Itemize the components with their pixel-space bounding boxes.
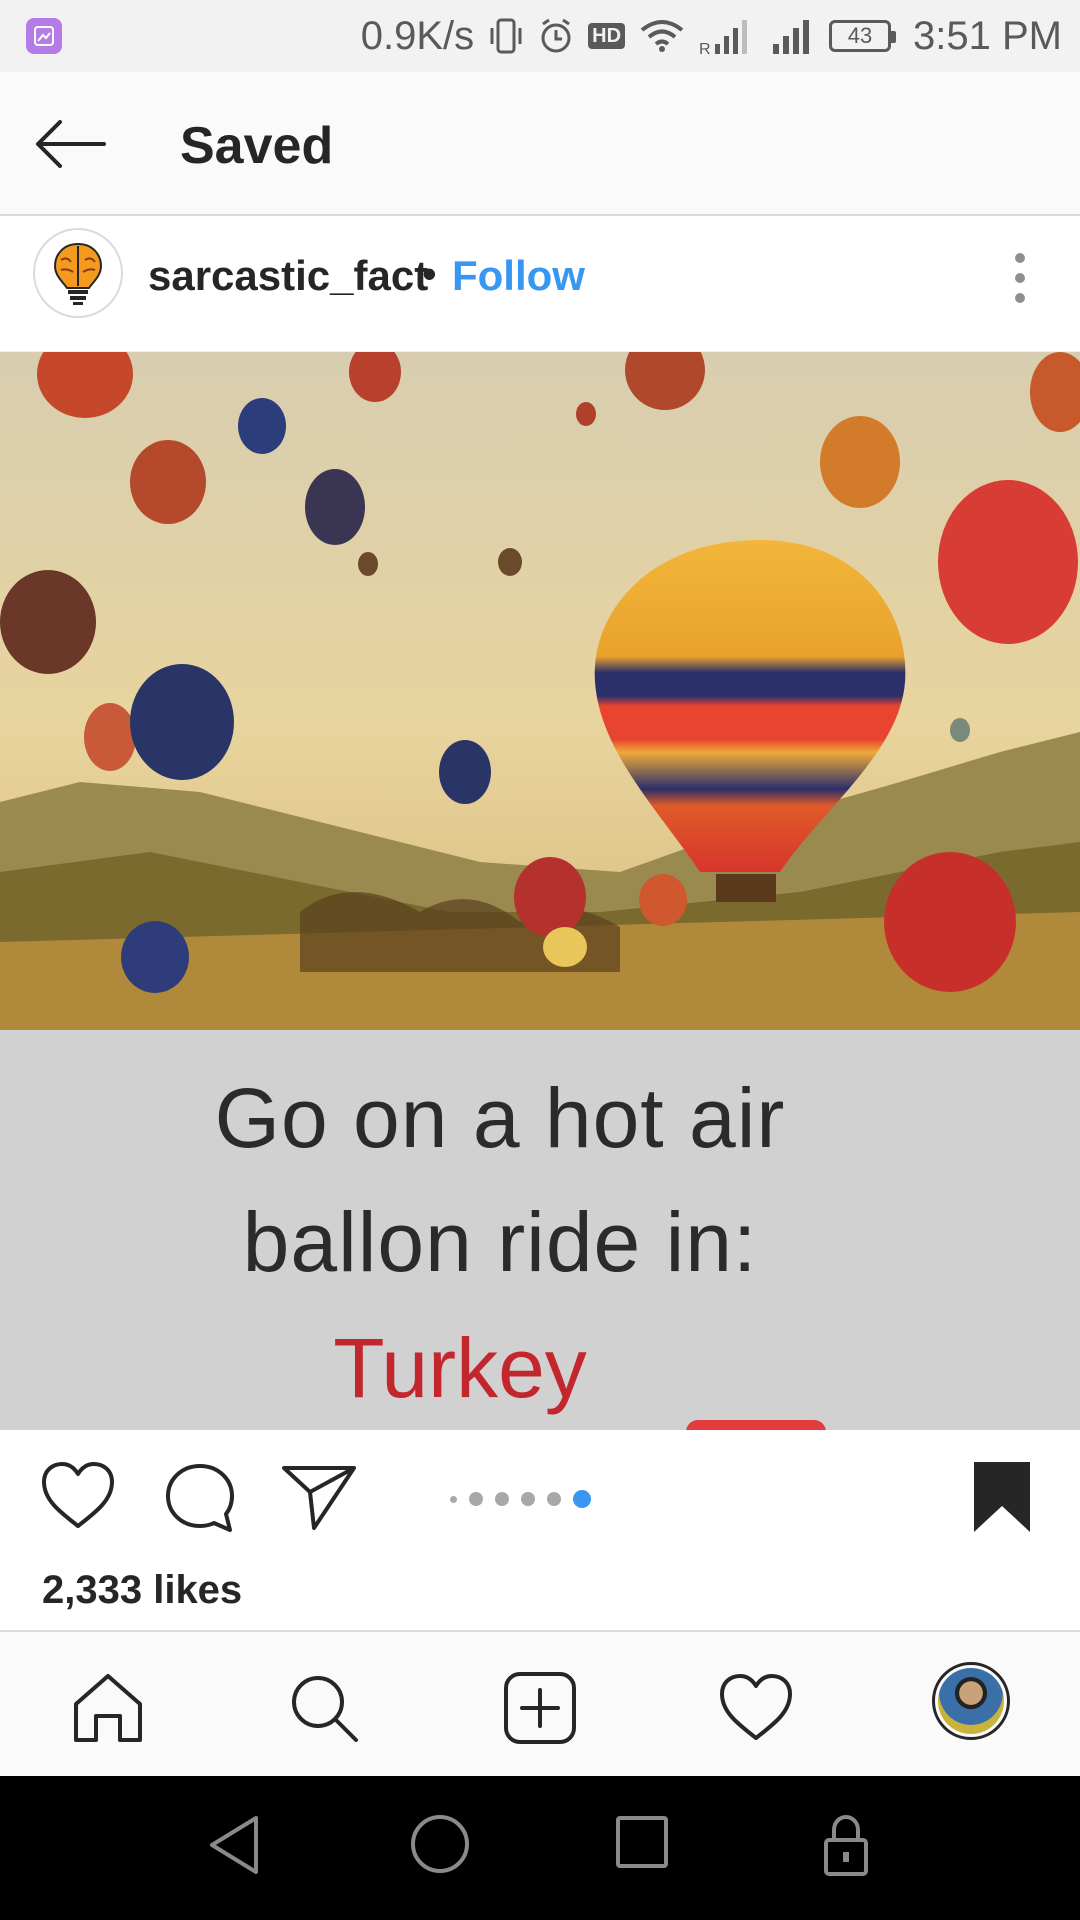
triangle-back-icon [210, 1816, 258, 1874]
image-caption-panel: Go on a hot air ballon ride in: Turkey [0, 1030, 1080, 1430]
system-back-button[interactable] [206, 1812, 262, 1883]
battery-level: 43 [847, 23, 873, 48]
carousel-dot [450, 1495, 457, 1503]
post-header: sarcastic_fact • Follow [0, 218, 1080, 352]
post-image[interactable]: Go on a hot air ballon ride in: Turkey [0, 352, 1080, 1430]
signal-icon [769, 16, 815, 56]
likes-count[interactable]: 2,333 likes [42, 1568, 242, 1613]
alarm-icon [538, 16, 574, 56]
status-bar: 0.9K/s HD R 43 3:51 PM [0, 0, 1080, 72]
search-icon [292, 1676, 358, 1742]
home-icon [74, 1674, 142, 1742]
more-options-button[interactable] [1000, 248, 1040, 308]
hot-air-balloons-photo [0, 352, 1080, 1030]
save-button[interactable] [970, 1460, 1034, 1539]
image-caption-line-2: ballon ride in: [242, 1195, 758, 1289]
follow-button[interactable]: Follow [452, 252, 585, 300]
separator-dot: • [422, 250, 437, 297]
like-button[interactable] [38, 1458, 118, 1539]
carousel-dot [469, 1492, 483, 1506]
comment-icon [166, 1464, 234, 1532]
send-icon [282, 1466, 356, 1530]
system-lock-button[interactable] [820, 1812, 872, 1883]
carousel-dot [521, 1492, 535, 1506]
post-author-avatar[interactable] [33, 228, 123, 318]
add-post-icon [504, 1672, 576, 1744]
page-title: Saved [180, 117, 334, 175]
system-navigation-bar [0, 1776, 1080, 1920]
comment-button[interactable] [160, 1458, 240, 1543]
signal-r-icon: R [699, 16, 755, 56]
carousel-indicator [450, 1490, 591, 1508]
clock: 3:51 PM [913, 13, 1062, 58]
hd-badge: HD [588, 23, 626, 49]
square-recents-icon [616, 1816, 668, 1868]
lightbulb-brain-icon [53, 242, 103, 305]
nav-search[interactable] [284, 1668, 364, 1748]
lock-icon [824, 1814, 868, 1876]
more-vertical-icon [1015, 253, 1025, 303]
heart-icon [720, 1674, 792, 1740]
carousel-dot [547, 1492, 561, 1506]
net-speed: 0.9K/s [360, 13, 475, 58]
battery-icon: 43 [829, 20, 897, 52]
bookmark-filled-icon [974, 1462, 1030, 1532]
nav-home[interactable] [68, 1668, 148, 1748]
carousel-dot [495, 1492, 509, 1506]
post-username[interactable]: sarcastic_fact [148, 252, 428, 300]
top-header: Saved [0, 72, 1080, 216]
system-home-button[interactable] [408, 1812, 472, 1881]
system-recents-button[interactable] [614, 1812, 670, 1877]
carousel-dot-active [573, 1490, 591, 1508]
profile-avatar [938, 1668, 1004, 1734]
nav-activity[interactable] [716, 1668, 796, 1748]
image-caption-country: Turkey [333, 1321, 587, 1415]
arrow-left-icon [36, 120, 106, 168]
nav-profile[interactable] [932, 1662, 1010, 1740]
gallery-icon [26, 18, 62, 54]
bottom-navigation [0, 1630, 1080, 1776]
wifi-icon [639, 18, 685, 54]
back-button[interactable] [30, 112, 110, 176]
svg-text:R: R [699, 41, 711, 56]
share-button[interactable] [280, 1458, 360, 1539]
heart-icon [42, 1462, 114, 1528]
circle-home-icon [411, 1815, 469, 1873]
image-caption-line-1: Go on a hot air [214, 1071, 786, 1165]
vibrate-icon [488, 16, 524, 56]
post-actions [0, 1430, 1080, 1560]
nav-new-post[interactable] [500, 1668, 580, 1748]
flag-shape [686, 1420, 826, 1430]
